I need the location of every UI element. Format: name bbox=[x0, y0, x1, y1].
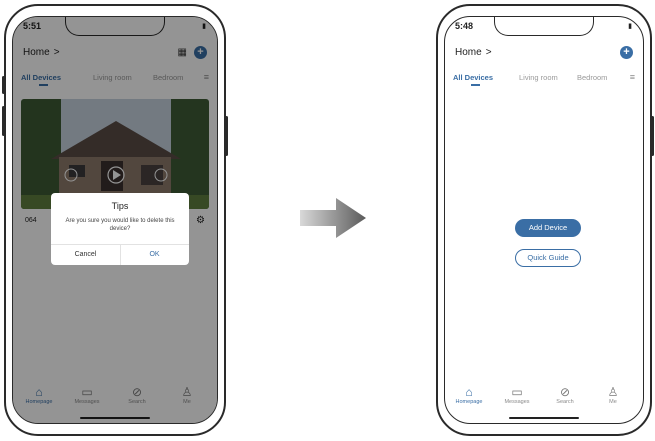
nav-homepage[interactable]: ⌂ Homepage bbox=[449, 385, 489, 405]
nav-search[interactable]: ⊘ Search bbox=[545, 385, 585, 405]
volume-up-button bbox=[2, 106, 5, 136]
left-phone-frame: 5:51 ▮ Home > ▦ + All Devices Living room… bbox=[2, 4, 228, 436]
dialog-title: Tips bbox=[111, 201, 129, 211]
menu-icon[interactable]: ≡ bbox=[630, 72, 635, 82]
chevron-right-icon: > bbox=[485, 47, 492, 58]
nav-me-label: Me bbox=[609, 399, 617, 405]
cancel-button[interactable]: Cancel bbox=[51, 244, 120, 265]
right-screen: 5:48 ▮ Home > + All Devices Living room B… bbox=[444, 16, 644, 424]
right-phone-frame: 5:48 ▮ Home > + All Devices Living room B… bbox=[436, 4, 654, 436]
tab-living-room[interactable]: Living room bbox=[519, 73, 558, 82]
plus-icon[interactable]: + bbox=[620, 46, 633, 59]
mute-switch bbox=[2, 76, 5, 94]
status-time: 5:48 bbox=[455, 21, 474, 31]
room-tabs: All Devices Living room Bedroom ≡ bbox=[453, 72, 635, 87]
home-selector[interactable]: Home > bbox=[455, 47, 492, 58]
tab-bedroom[interactable]: Bedroom bbox=[577, 73, 607, 82]
header: Home > + bbox=[455, 46, 633, 61]
tab-bar: ⌂ Homepage ▭ Messages ⊘ Search ♙ Me bbox=[445, 379, 643, 423]
power-button bbox=[651, 116, 654, 156]
quick-guide-button[interactable]: Quick Guide bbox=[515, 249, 581, 267]
ok-button[interactable]: OK bbox=[120, 244, 189, 265]
add-device-button[interactable]: Add Device bbox=[515, 219, 581, 237]
home-label: Home bbox=[455, 47, 482, 58]
message-icon: ▭ bbox=[511, 385, 523, 399]
left-screen: 5:51 ▮ Home > ▦ + All Devices Living room… bbox=[12, 16, 218, 424]
status-icons: ▮ bbox=[628, 23, 633, 30]
person-icon: ♙ bbox=[607, 385, 619, 399]
tab-all-devices[interactable]: All Devices bbox=[453, 73, 493, 82]
home-icon: ⌂ bbox=[465, 385, 473, 399]
nav-messages-label: Messages bbox=[504, 399, 530, 405]
tab-indicator bbox=[471, 84, 480, 86]
arrow-right-icon bbox=[300, 198, 366, 238]
home-indicator bbox=[509, 417, 579, 419]
nav-messages[interactable]: ▭ Messages bbox=[497, 385, 537, 405]
dialog-message: Are you sure you would like to delete th… bbox=[65, 218, 175, 232]
nav-me[interactable]: ♙ Me bbox=[593, 385, 633, 405]
search-icon: ⊘ bbox=[559, 385, 571, 399]
nav-search-label: Search bbox=[556, 399, 574, 405]
delete-device-dialog: Tips Are you sure you would like to dele… bbox=[51, 193, 189, 265]
notch bbox=[494, 17, 594, 36]
nav-homepage-label: Homepage bbox=[455, 399, 483, 405]
power-button bbox=[225, 116, 228, 156]
